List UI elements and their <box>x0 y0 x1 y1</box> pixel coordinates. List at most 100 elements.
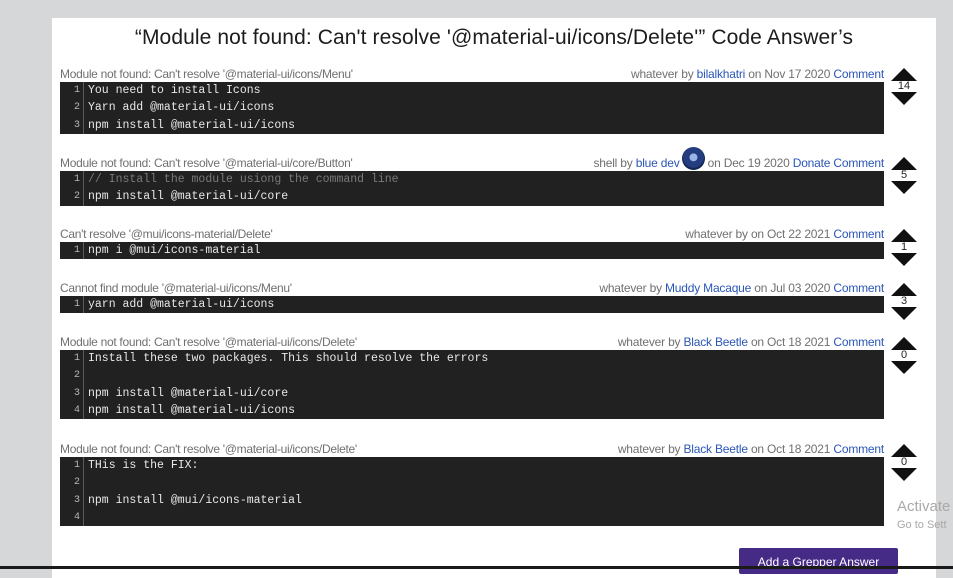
answer-date: Nov 17 2020 <box>764 67 831 81</box>
author-link[interactable]: blue dev <box>636 156 680 170</box>
code-line: 1 You need to install Icons <box>60 82 884 100</box>
line-number: 1 <box>60 296 84 314</box>
code-line: 4 <box>60 508 884 527</box>
line-number: 3 <box>60 116 84 134</box>
vote-count: 3 <box>900 295 908 307</box>
answer-meta: Cannot find module '@material-ui/icons/M… <box>60 281 936 296</box>
line-number: 2 <box>60 474 84 492</box>
code-text: npm install @mui/icons-material <box>88 493 302 507</box>
donate-link[interactable]: Donate <box>793 156 831 170</box>
code-block[interactable]: 1 THis is the FIX: 2 3 npm install @mui/ic… <box>60 457 884 527</box>
vote-widget: 0 <box>890 444 918 481</box>
activation-watermark-hint: Go to Sett <box>897 519 947 531</box>
answer-date: Oct 22 2021 <box>767 227 831 241</box>
comment-link[interactable]: Comment <box>833 227 884 241</box>
author-link[interactable]: Black Beetle <box>684 335 749 349</box>
code-text: npm install @material-ui/icons <box>88 118 296 132</box>
answer-meta: Module not found: Can't resolve '@materi… <box>60 67 936 82</box>
line-number: 4 <box>60 401 84 420</box>
code-line: 1 npm i @mui/icons-material <box>60 242 884 260</box>
code-line: 3 npm install @mui/icons-material <box>60 491 884 509</box>
downvote-icon[interactable] <box>891 361 917 374</box>
question-title: Can't resolve '@mui/icons-material/Delet… <box>60 227 273 241</box>
vote-widget: 3 <box>890 283 918 320</box>
activation-watermark-title: Activate <box>897 498 951 515</box>
add-answer-button[interactable]: Add a Grepper Answer <box>739 548 898 574</box>
code-line: 1 // Install the module usiong the comman… <box>60 171 884 189</box>
vote-count: 1 <box>900 241 908 253</box>
code-block[interactable]: 1 npm i @mui/icons-material <box>60 242 884 260</box>
language-label: whatever <box>617 442 665 456</box>
answer-date: Oct 18 2021 <box>767 335 831 349</box>
author-link[interactable]: Black Beetle <box>684 442 749 456</box>
answer-meta: Module not found: Can't resolve '@materi… <box>60 442 936 457</box>
downvote-icon[interactable] <box>891 181 917 194</box>
by-label: by <box>620 156 633 170</box>
line-number: 2 <box>60 367 84 385</box>
code-text: yarn add @material-ui/icons <box>88 298 275 311</box>
code-text: THis is the FIX: <box>88 459 199 472</box>
vote-widget: 1 <box>890 229 918 266</box>
question-title: Module not found: Can't resolve '@materi… <box>60 442 357 456</box>
by-label: by <box>681 67 694 81</box>
on-label: on <box>750 335 764 349</box>
vote-count: 5 <box>900 169 908 181</box>
code-line: 2 npm install @material-ui/core <box>60 188 884 206</box>
by-label: by <box>668 442 681 456</box>
downvote-icon[interactable] <box>891 253 917 266</box>
author-avatar[interactable] <box>681 147 705 171</box>
vote-count: 14 <box>897 80 911 92</box>
by-label: by <box>649 281 662 295</box>
vote-widget: 0 <box>890 337 918 374</box>
code-line: 3 npm install @material-ui/icons <box>60 116 884 134</box>
answer-card: Module not found: Can't resolve '@materi… <box>60 147 936 206</box>
line-number: 1 <box>60 350 84 368</box>
line-number: 1 <box>60 82 84 100</box>
answers-page: “Module not found: Can't resolve '@mater… <box>52 18 936 578</box>
downvote-icon[interactable] <box>891 307 917 320</box>
line-number: 4 <box>60 508 84 527</box>
comment-link[interactable]: Comment <box>833 281 884 295</box>
answer-card: Can't resolve '@mui/icons-material/Delet… <box>60 227 936 260</box>
downvote-icon[interactable] <box>891 92 917 105</box>
answer-meta: Can't resolve '@mui/icons-material/Delet… <box>60 227 936 242</box>
code-line: 1 THis is the FIX: <box>60 457 884 475</box>
code-line: 2 <box>60 367 884 385</box>
line-number: 3 <box>60 491 84 509</box>
on-label: on <box>754 281 768 295</box>
code-line: 2 Yarn add @material-ui/icons <box>60 99 884 117</box>
author-link[interactable]: bilalkhatri <box>697 67 746 81</box>
line-number: 2 <box>60 188 84 206</box>
author-link[interactable]: Muddy Macaque <box>665 281 751 295</box>
answer-date: Oct 18 2021 <box>767 442 831 456</box>
language-label: whatever <box>630 67 679 81</box>
on-label: on <box>750 442 764 456</box>
code-text: You need to install Icons <box>88 84 261 97</box>
comment-link[interactable]: Comment <box>833 335 884 349</box>
comment-link[interactable]: Comment <box>833 442 884 456</box>
vote-widget: 5 <box>890 157 918 194</box>
language-label: whatever <box>685 227 733 241</box>
code-block[interactable]: 1 You need to install Icons 2 Yarn add @ma… <box>60 82 884 134</box>
language-label: whatever <box>599 281 647 295</box>
code-block[interactable]: 1 yarn add @material-ui/icons <box>60 296 884 314</box>
code-block[interactable]: 1 // Install the module usiong the comman… <box>60 171 884 206</box>
comment-link[interactable]: Comment <box>833 156 884 170</box>
code-line: 2 <box>60 474 884 492</box>
comment-link[interactable]: Comment <box>833 67 884 81</box>
on-label: on <box>748 67 762 81</box>
vote-widget: 14 <box>890 68 918 105</box>
line-number: 1 <box>60 242 84 260</box>
page-title: “Module not found: Can't resolve '@mater… <box>134 26 854 49</box>
answer-card: Module not found: Can't resolve '@materi… <box>60 67 936 134</box>
code-block[interactable]: 1 Install these two packages. This should… <box>60 350 884 420</box>
by-label: by <box>735 227 748 241</box>
vote-count: 0 <box>900 456 908 468</box>
downvote-icon[interactable] <box>891 468 917 481</box>
answer-date: Dec 19 2020 <box>723 156 790 170</box>
code-text: npm install @material-ui/core <box>88 386 289 400</box>
answer-card: Module not found: Can't resolve '@materi… <box>60 335 936 420</box>
code-line: 3 npm install @material-ui/core <box>60 384 884 402</box>
